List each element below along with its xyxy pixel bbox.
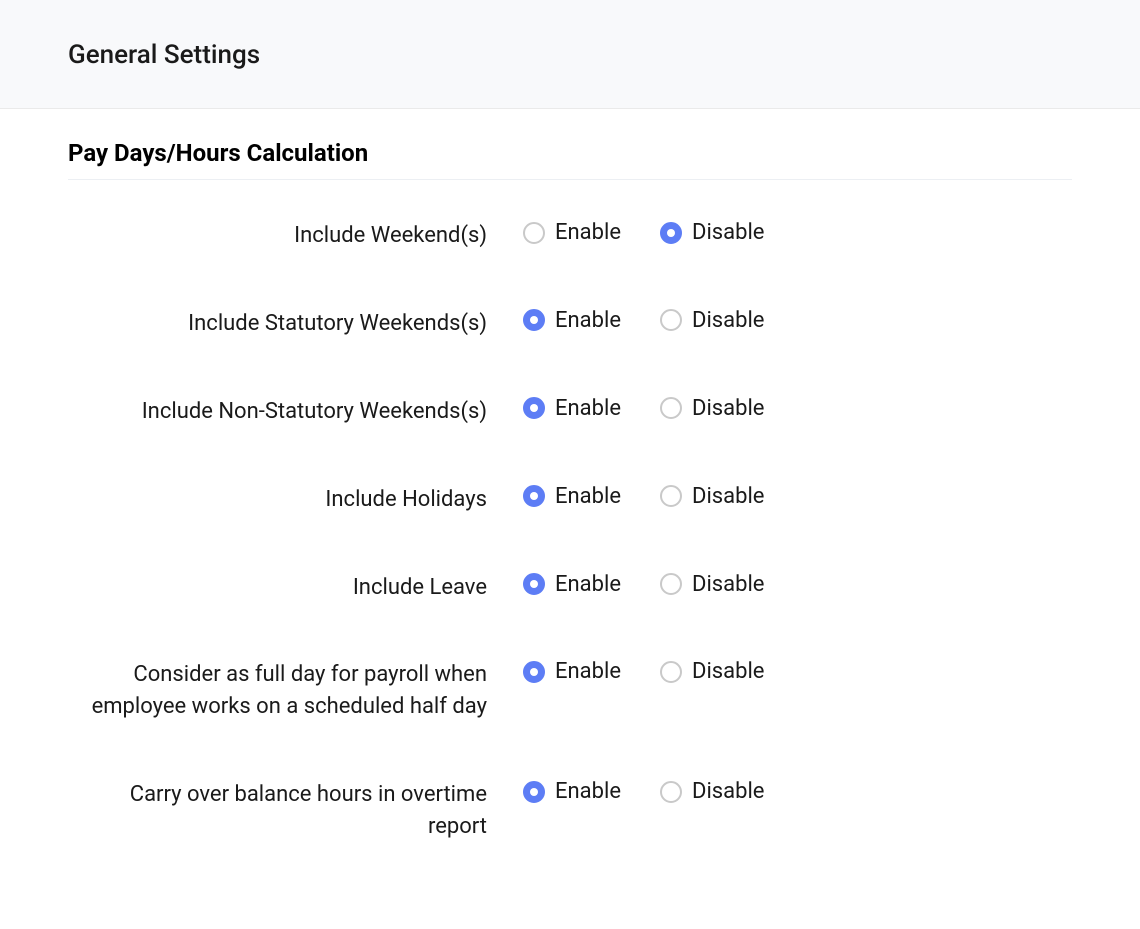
page-title: General Settings [68,40,1072,70]
radio-label-disable: Disable [692,779,764,804]
radio-label-enable: Enable [555,484,621,509]
setting-options: Enable Disable [523,659,764,684]
radio-label-disable: Disable [692,220,764,245]
radio-option-enable[interactable]: Enable [523,659,638,684]
radio-icon [523,222,545,244]
setting-label: Include Statutory Weekends(s) [68,308,523,340]
radio-icon [660,309,682,331]
radio-icon [660,661,682,683]
setting-options: Enable Disable [523,396,764,421]
radio-label-disable: Disable [692,308,764,333]
setting-row: Include Leave Enable Disable [68,572,1072,604]
radio-label-enable: Enable [555,779,621,804]
radio-option-enable[interactable]: Enable [523,396,638,421]
radio-option-disable[interactable]: Disable [660,659,764,684]
setting-row: Include Statutory Weekends(s) Enable Disab… [68,308,1072,340]
radio-option-disable[interactable]: Disable [660,572,764,597]
setting-options: Enable Disable [523,484,764,509]
radio-icon [660,222,682,244]
setting-options: Enable Disable [523,779,764,804]
setting-label: Include Leave [68,572,523,604]
radio-icon [523,309,545,331]
radio-option-enable[interactable]: Enable [523,484,638,509]
radio-option-disable[interactable]: Disable [660,396,764,421]
radio-icon [523,485,545,507]
radio-option-enable[interactable]: Enable [523,779,638,804]
radio-option-disable[interactable]: Disable [660,484,764,509]
setting-label: Include Holidays [68,484,523,516]
setting-label: Carry over balance hours in overtime rep… [68,779,523,843]
setting-label: Consider as full day for payroll when em… [68,659,523,723]
radio-option-enable[interactable]: Enable [523,572,638,597]
radio-icon [523,397,545,419]
section-title: Pay Days/Hours Calculation [68,139,1072,180]
setting-row: Consider as full day for payroll when em… [68,659,1072,723]
radio-label-disable: Disable [692,396,764,421]
radio-icon [660,485,682,507]
radio-label-enable: Enable [555,308,621,333]
setting-label: Include Weekend(s) [68,220,523,252]
radio-label-disable: Disable [692,572,764,597]
radio-option-disable[interactable]: Disable [660,308,764,333]
setting-options: Enable Disable [523,220,764,245]
radio-label-enable: Enable [555,572,621,597]
setting-options: Enable Disable [523,572,764,597]
radio-label-enable: Enable [555,659,621,684]
setting-options: Enable Disable [523,308,764,333]
radio-option-disable[interactable]: Disable [660,779,764,804]
radio-icon [523,661,545,683]
radio-label-enable: Enable [555,396,621,421]
radio-icon [523,573,545,595]
setting-row: Carry over balance hours in overtime rep… [68,779,1072,843]
page-header: General Settings [0,0,1140,109]
radio-icon [660,781,682,803]
radio-option-disable[interactable]: Disable [660,220,764,245]
radio-option-enable[interactable]: Enable [523,220,638,245]
settings-list: Include Weekend(s)EnableDisableInclude S… [68,220,1072,843]
radio-label-enable: Enable [555,220,621,245]
radio-icon [660,397,682,419]
setting-label: Include Non-Statutory Weekends(s) [68,396,523,428]
content-area: Pay Days/Hours Calculation Include Weeke… [0,109,1140,929]
radio-label-disable: Disable [692,484,764,509]
radio-option-enable[interactable]: Enable [523,308,638,333]
setting-row: Include Non-Statutory Weekends(s) Enable D… [68,396,1072,428]
radio-icon [523,781,545,803]
setting-row: Include Weekend(s) Enable Disable [68,220,1072,252]
radio-label-disable: Disable [692,659,764,684]
radio-icon [660,573,682,595]
setting-row: Include Holidays Enable Disable [68,484,1072,516]
